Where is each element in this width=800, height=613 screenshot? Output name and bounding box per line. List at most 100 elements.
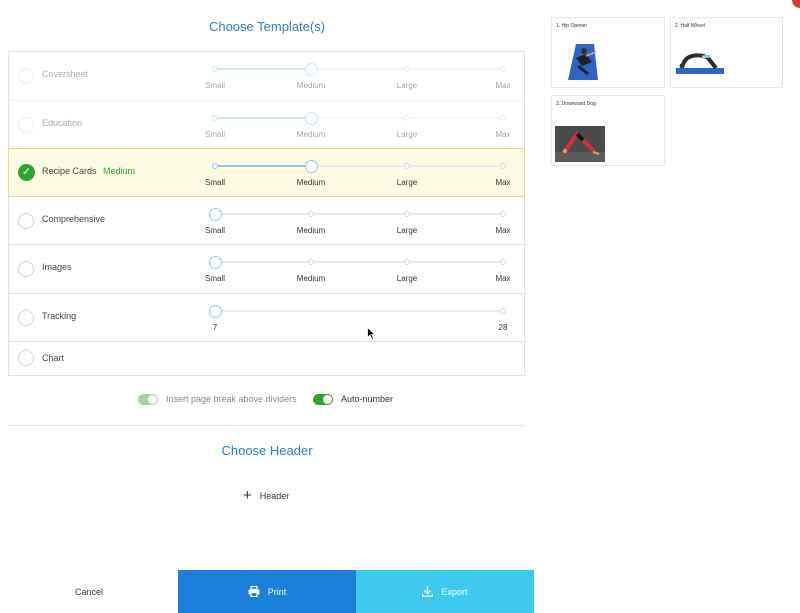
size-slider[interactable]: Small Medium Large Max [205,256,511,283]
page-break-toggle[interactable] [138,394,158,405]
template-list: Coversheet Small Medium Large Max Education Sm… [8,51,525,376]
slider-track [215,309,503,312]
slider-label: 28 [498,322,508,332]
size-slider[interactable]: Small Medium Large Max [205,160,511,187]
slider-step[interactable] [500,163,506,169]
slider-track [215,261,503,263]
radio-button[interactable] [18,116,34,133]
radio-button[interactable] [18,309,34,326]
templates-title: Choose Template(s) [208,19,326,34]
template-row[interactable]: Chart [9,342,524,375]
download-icon [422,586,434,597]
slider-handle[interactable] [305,63,318,76]
template-row[interactable]: Tracking 7 28 [9,294,524,342]
auto-number-label: Auto-number [341,394,394,404]
preview-card: 1. Hip Opener [551,17,665,88]
preview-label: 2. Half Wheel [675,23,706,29]
slider-label: Large [396,129,418,139]
slider-label: Large [396,81,418,90]
template-row[interactable]: Coversheet Small Medium Large Max [9,52,524,101]
page-break-label: Insert page break above dividers [166,394,297,404]
slider-label: Large [396,225,418,235]
slider-label: Medium [296,178,326,187]
slider-step[interactable] [308,210,314,217]
template-name: Education [42,117,83,128]
slider-step[interactable] [500,210,506,217]
slider-handle[interactable] [209,304,222,318]
size-slider[interactable]: Small Medium Large Max [205,207,511,235]
slider-label: Small [204,225,226,235]
slider-label: Medium [296,81,326,90]
template-name: Chart [42,353,65,363]
size-slider[interactable]: Small Medium Large Max [205,63,511,90]
plus-icon: + [243,487,252,504]
slider-handle[interactable] [305,160,318,173]
print-button[interactable]: Print [178,570,356,613]
size-slider[interactable]: Small Medium Large Max [205,111,511,139]
slider-step[interactable] [212,163,218,169]
slider-label: Max [495,178,511,187]
cancel-label: Cancel [74,586,103,597]
slider-step[interactable] [500,307,506,314]
yoga-pose-image [568,44,598,80]
radio-button[interactable] [18,68,34,84]
cancel-button[interactable]: Cancel [0,570,178,613]
printer-icon [248,586,260,597]
slider-step[interactable] [404,66,410,72]
slider-label: Small [204,274,226,283]
add-header-button[interactable]: + Header [243,487,289,504]
preview-card: 3. Downward Dog [551,95,665,166]
preview-label: 3. Downward Dog [556,101,596,107]
slider-label: 7 [212,322,218,332]
slider-label: Small [204,129,226,139]
template-row[interactable]: Images Small Medium Large Max [9,245,524,294]
slider-label: Small [204,178,226,187]
slider-track [215,212,503,215]
template-row[interactable]: ✓ Recipe Cards Medium Small Medium Large Max [8,148,525,197]
slider-label: Large [396,274,418,283]
slider-step[interactable] [404,259,410,265]
radio-button[interactable] [18,350,34,366]
preview-label: 1. Hip Opener [556,23,588,29]
slider-label: Medium [296,274,326,283]
slider-label: Max [495,81,511,90]
template-size-badge: Medium [103,166,136,176]
slider-handle[interactable] [209,207,222,221]
slider-handle[interactable] [305,111,318,125]
slider-handle[interactable] [209,256,222,269]
slider-step[interactable] [500,114,506,121]
slider-step[interactable] [212,114,218,121]
slider-fill [215,165,311,167]
radio-button[interactable] [18,261,34,277]
size-slider[interactable]: 7 28 [209,304,507,332]
slider-step[interactable] [308,259,314,265]
slider-step[interactable] [404,210,410,217]
template-row[interactable]: Comprehensive Small Medium Large Max [9,197,524,245]
template-name: Tracking [42,310,77,321]
print-label: Print [267,586,287,597]
yoga-pose-image [676,53,724,74]
slider-label: Max [495,274,511,283]
check-circle-icon[interactable]: ✓ [18,164,35,181]
slider-label: Large [396,178,418,187]
template-name: Images [42,262,72,272]
options-panel: Choose Template(s) Coversheet Small Medium… [8,0,526,613]
close-icon[interactable] [792,0,800,8]
print-dialog: Choose Template(s) Coversheet Small Medium… [0,0,800,613]
slider-step[interactable] [500,259,506,265]
slider-step[interactable] [404,163,410,169]
dialog-footer: Cancel Print Export [0,570,534,613]
slider-fill [215,116,311,119]
template-row[interactable]: Education Small Medium Large Max [9,101,524,149]
slider-step[interactable] [212,66,218,72]
radio-button[interactable] [18,212,34,229]
slider-label: Max [495,129,511,139]
slider-step[interactable] [500,66,506,72]
auto-number-toggle[interactable] [313,394,333,405]
slider-label: Medium [296,225,326,235]
export-button[interactable]: Export [356,570,534,613]
slider-label: Medium [296,129,326,139]
section-divider [8,425,526,426]
slider-step[interactable] [404,114,410,121]
slider-label: Small [204,81,226,90]
